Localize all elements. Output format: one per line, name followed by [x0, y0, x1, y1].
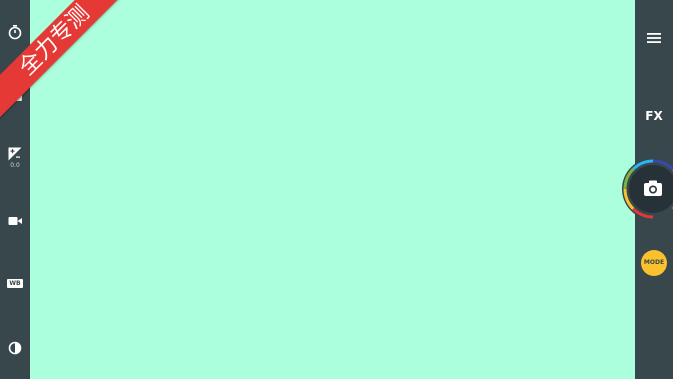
shutter-button[interactable]	[621, 157, 673, 221]
video-camera-icon[interactable]	[7, 213, 23, 229]
menu-icon[interactable]	[646, 30, 662, 46]
exposure-value: 0.0	[10, 162, 20, 169]
fx-button[interactable]: FX	[635, 109, 673, 123]
contrast-icon[interactable]	[7, 340, 23, 356]
timer-icon[interactable]	[7, 24, 23, 40]
camera-viewfinder[interactable]	[30, 0, 635, 379]
wb-icon[interactable]: WB	[7, 279, 23, 288]
mode-button[interactable]: MODE	[641, 250, 667, 276]
left-toolbar: 0.0 WB	[0, 0, 30, 379]
exposure-icon[interactable]	[7, 146, 23, 162]
image-icon[interactable]	[7, 86, 23, 102]
